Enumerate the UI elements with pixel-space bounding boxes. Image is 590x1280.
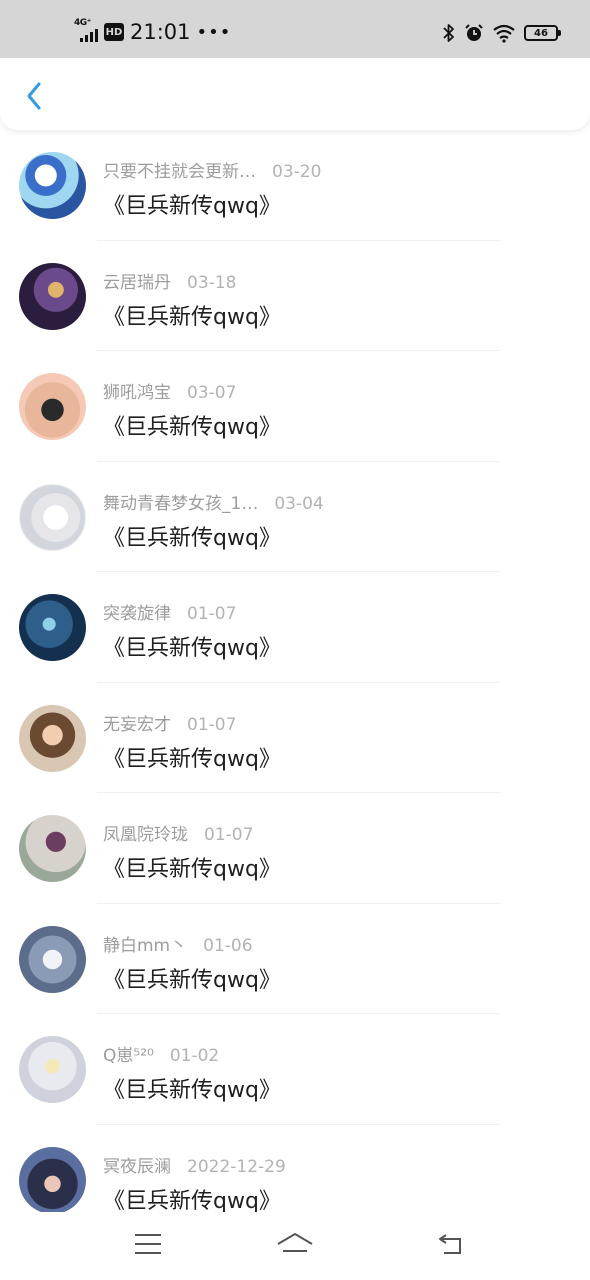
avatar[interactable] <box>19 815 86 882</box>
avatar[interactable] <box>19 704 86 772</box>
list-item[interactable]: Q崽⁵²⁰ 01-02 《巨兵新传qwq》 <box>0 1014 590 1125</box>
user-name[interactable]: 凤凰院玲珑 <box>103 820 188 845</box>
status-time: 21:01 <box>130 20 191 44</box>
wifi-icon <box>493 24 515 43</box>
back-button[interactable] <box>14 76 54 116</box>
avatar[interactable] <box>19 1036 86 1103</box>
item-date: 03-18 <box>187 272 237 293</box>
status-bar: 4G⁺ HD 21:01 ••• 46 <box>0 0 590 58</box>
user-name[interactable]: Q崽⁵²⁰ <box>103 1041 154 1066</box>
user-name[interactable]: 静白mm丶 <box>103 931 187 956</box>
item-meta: 冥夜辰澜 2022-12-29 <box>103 1152 286 1177</box>
list-item[interactable]: 突袭旋律 01-07 《巨兵新传qwq》 <box>0 572 590 683</box>
item-date: 01-06 <box>203 935 253 956</box>
more-notifications-dots: ••• <box>196 21 232 43</box>
book-title: 《巨兵新传qwq》 <box>103 1078 281 1103</box>
menu-icon <box>135 1234 161 1254</box>
item-date: 01-07 <box>187 714 237 735</box>
item-meta: 云居瑞丹 03-18 <box>103 268 236 293</box>
status-left: 4G⁺ HD 21:01 ••• <box>74 18 231 46</box>
battery-level: 46 <box>534 27 548 39</box>
reader-list: 只要不挂就会更新… 03-20 《巨兵新传qwq》 云居瑞丹 03-18 《巨兵… <box>0 130 590 1235</box>
avatar[interactable] <box>19 925 86 993</box>
home-button[interactable] <box>273 1226 317 1262</box>
book-title: 《巨兵新传qwq》 <box>103 636 281 661</box>
item-date: 01-07 <box>204 825 254 845</box>
home-icon <box>277 1233 313 1252</box>
item-meta: Q崽⁵²⁰ 01-02 <box>103 1041 219 1066</box>
user-name[interactable]: 狮吼鸿宝 <box>103 378 171 403</box>
list-item[interactable]: 狮吼鸿宝 03-07 《巨兵新传qwq》 <box>0 351 590 462</box>
list-item[interactable]: 只要不挂就会更新… 03-20 《巨兵新传qwq》 <box>0 130 590 241</box>
book-title: 《巨兵新传qwq》 <box>103 304 281 330</box>
avatar[interactable] <box>19 483 86 551</box>
list-item[interactable]: 静白mm丶 01-06 《巨兵新传qwq》 <box>0 904 590 1014</box>
user-name[interactable]: 云居瑞丹 <box>103 268 171 293</box>
chevron-left-icon <box>27 82 41 110</box>
item-date: 01-07 <box>187 604 237 624</box>
back-icon <box>439 1234 461 1254</box>
list-item[interactable]: 无妄宏才 01-07 《巨兵新传qwq》 <box>0 683 590 793</box>
user-name[interactable]: 冥夜辰澜 <box>103 1152 171 1177</box>
item-meta: 狮吼鸿宝 03-07 <box>103 378 236 403</box>
user-name[interactable]: 只要不挂就会更新… <box>103 157 256 182</box>
battery-icon: 46 <box>524 25 561 41</box>
item-meta: 凤凰院玲珑 01-07 <box>103 820 253 845</box>
avatar[interactable] <box>19 373 86 440</box>
item-meta: 突袭旋律 01-07 <box>103 599 236 624</box>
item-date: 03-04 <box>274 493 324 514</box>
user-name[interactable]: 舞动青春梦女孩_1… <box>103 489 258 514</box>
item-date: 03-07 <box>187 383 237 403</box>
alarm-icon <box>465 24 483 41</box>
book-title: 《巨兵新传qwq》 <box>103 525 281 551</box>
item-date: 01-02 <box>169 1046 220 1066</box>
book-title: 《巨兵新传qwq》 <box>103 857 281 882</box>
item-meta: 静白mm丶 01-06 <box>103 931 253 956</box>
network-type-label: 4G⁺ <box>74 18 91 28</box>
item-date: 2022-12-29 <box>187 1156 286 1177</box>
system-nav-bar <box>0 1212 590 1280</box>
avatar[interactable] <box>19 152 86 219</box>
item-date: 03-20 <box>272 162 322 182</box>
system-back-button[interactable] <box>428 1226 472 1262</box>
item-meta: 无妄宏才 01-07 <box>103 710 236 735</box>
item-meta: 舞动青春梦女孩_1… 03-04 <box>103 489 324 514</box>
hd-badge: HD <box>104 23 124 41</box>
user-name[interactable]: 突袭旋律 <box>103 599 171 624</box>
book-title: 《巨兵新传qwq》 <box>103 746 281 772</box>
signal-icon: 4G⁺ <box>74 18 98 44</box>
book-title: 《巨兵新传qwq》 <box>103 967 281 993</box>
top-nav-bar <box>0 58 590 130</box>
avatar[interactable] <box>19 1146 86 1214</box>
list-item[interactable]: 云居瑞丹 03-18 《巨兵新传qwq》 <box>0 241 590 351</box>
item-meta: 只要不挂就会更新… 03-20 <box>103 157 321 182</box>
book-title: 《巨兵新传qwq》 <box>103 415 281 440</box>
status-right: 46 <box>442 20 561 46</box>
user-name[interactable]: 无妄宏才 <box>103 710 171 735</box>
menu-button[interactable] <box>126 1226 170 1262</box>
avatar[interactable] <box>19 262 86 330</box>
list-item[interactable]: 舞动青春梦女孩_1… 03-04 《巨兵新传qwq》 <box>0 462 590 572</box>
avatar[interactable] <box>19 594 86 661</box>
bluetooth-icon <box>443 24 454 42</box>
book-title: 《巨兵新传qwq》 <box>103 194 281 219</box>
book-title: 《巨兵新传qwq》 <box>103 1188 281 1214</box>
list-item[interactable]: 凤凰院玲珑 01-07 《巨兵新传qwq》 <box>0 793 590 904</box>
